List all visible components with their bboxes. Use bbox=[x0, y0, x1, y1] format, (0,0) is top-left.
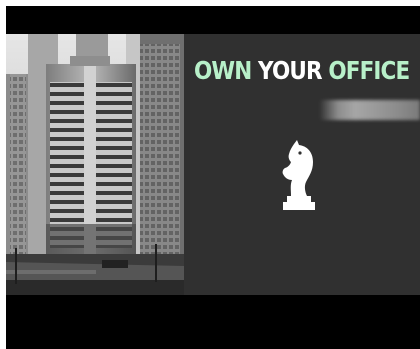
chess-knight-icon bbox=[282, 140, 315, 210]
video-content: OWN YOUR OFFICE bbox=[6, 34, 420, 295]
letterbox-top bbox=[6, 6, 420, 34]
headline-word-your: YOUR bbox=[258, 56, 323, 85]
blurred-subtitle-bar bbox=[320, 100, 420, 120]
letterbox-bottom bbox=[6, 295, 420, 349]
headline-text: OWN YOUR OFFICE bbox=[194, 56, 410, 85]
video-frame[interactable]: OWN YOUR OFFICE bbox=[6, 6, 420, 349]
headline-word-office: OFFICE bbox=[328, 56, 410, 85]
headline-panel: OWN YOUR OFFICE bbox=[184, 34, 420, 295]
headline-word-own: OWN bbox=[194, 56, 252, 85]
office-building-photo bbox=[6, 34, 184, 295]
